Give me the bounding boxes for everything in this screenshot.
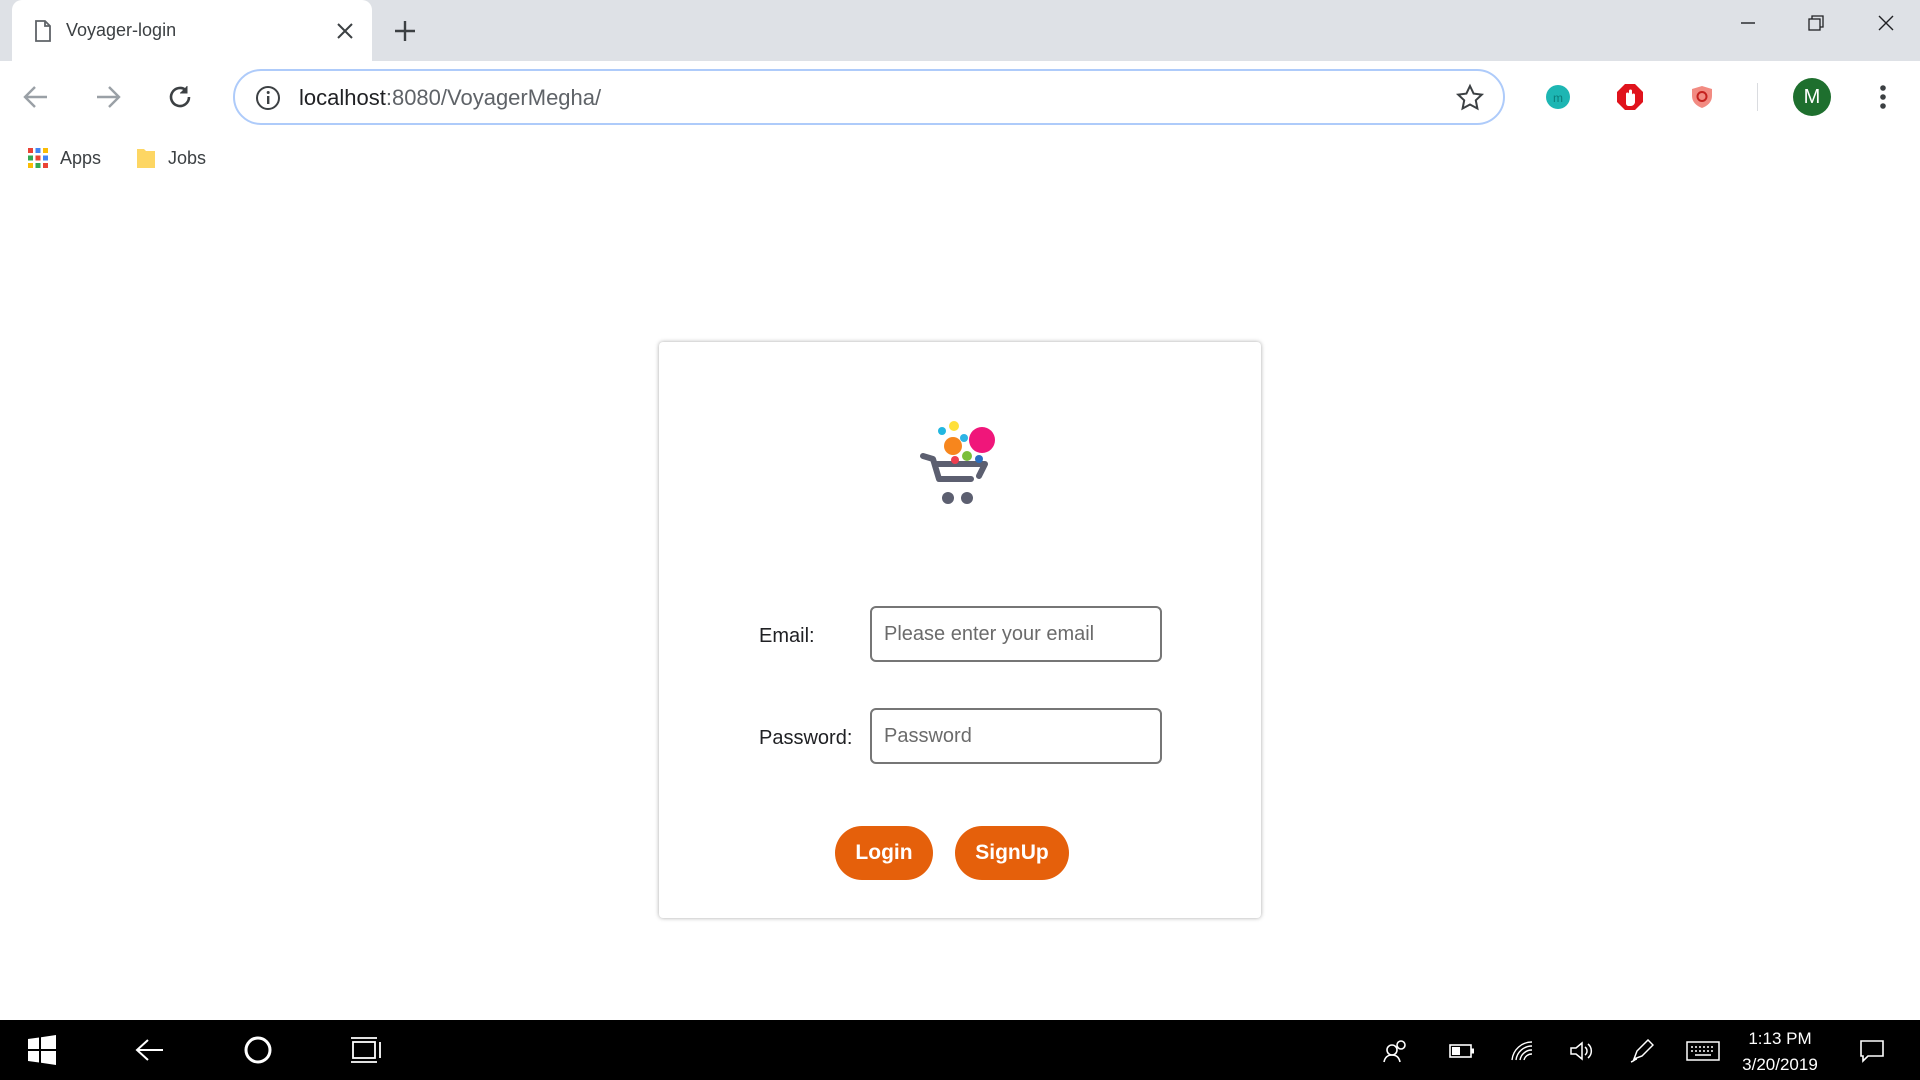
email-input[interactable]: [870, 606, 1162, 662]
toolbar-divider: [1757, 83, 1758, 111]
address-bar[interactable]: localhost:8080/VoyagerMegha/: [233, 69, 1505, 125]
browser-tab[interactable]: Voyager-login: [12, 0, 372, 61]
bookmark-star-icon[interactable]: [1455, 83, 1485, 113]
cortana-circle-icon[interactable]: [242, 1034, 274, 1066]
shopping-cart-logo: [920, 421, 995, 504]
windows-start-icon[interactable]: [26, 1034, 58, 1066]
shield-extension-icon[interactable]: [1688, 83, 1716, 111]
apps-grid-icon: [28, 148, 48, 168]
password-label: Password:: [759, 727, 853, 749]
forward-arrow-icon[interactable]: [90, 79, 126, 115]
reload-icon[interactable]: [162, 79, 198, 115]
action-center-icon[interactable]: [1858, 1038, 1886, 1064]
back-arrow-icon[interactable]: [18, 79, 54, 115]
bookmark-jobs-label: Jobs: [168, 147, 207, 168]
taskbar-clock[interactable]: 1:13 PM 3/20/2019: [1730, 1026, 1830, 1078]
signup-button[interactable]: SignUp: [955, 826, 1069, 880]
email-label: Email:: [759, 625, 815, 647]
bookmark-jobs[interactable]: Jobs: [136, 145, 206, 171]
battery-icon[interactable]: [1448, 1038, 1476, 1064]
people-icon[interactable]: [1382, 1038, 1410, 1064]
svg-text:m: m: [1553, 91, 1563, 105]
clock-date: 3/20/2019: [1742, 1055, 1818, 1074]
adblock-extension-icon[interactable]: [1616, 83, 1644, 111]
clock-time: 1:13 PM: [1748, 1029, 1812, 1048]
close-tab-icon[interactable]: [330, 16, 360, 46]
new-tab-icon[interactable]: [388, 14, 422, 48]
wifi-icon[interactable]: [1508, 1038, 1536, 1064]
task-view-icon[interactable]: [350, 1034, 382, 1066]
bookmark-apps[interactable]: Apps: [28, 145, 101, 171]
windows-taskbar: 1:13 PM 3/20/2019: [0, 1020, 1920, 1080]
bookmark-apps-label: Apps: [60, 147, 102, 168]
keyboard-icon[interactable]: [1686, 1038, 1720, 1064]
back-arrow-icon[interactable]: [134, 1034, 166, 1066]
url-text[interactable]: localhost:8080/VoyagerMegha/: [299, 85, 601, 111]
more-menu-icon[interactable]: [1868, 79, 1898, 115]
tab-strip: Voyager-login: [0, 0, 1920, 61]
bookmarks-bar: Apps Jobs: [0, 133, 1920, 183]
folder-icon: [137, 149, 155, 168]
restore-icon[interactable]: [1786, 6, 1846, 40]
minimize-icon[interactable]: [1718, 6, 1778, 40]
close-window-icon[interactable]: [1856, 6, 1916, 40]
info-icon[interactable]: [255, 85, 281, 111]
pen-icon[interactable]: [1628, 1038, 1656, 1064]
tab-title: Voyager-login: [66, 20, 177, 40]
browser-toolbar: localhost:8080/VoyagerMegha/ m M: [0, 61, 1920, 133]
extension-m-icon[interactable]: m: [1544, 83, 1572, 111]
volume-icon[interactable]: [1568, 1038, 1596, 1064]
page-icon: [35, 20, 51, 42]
login-button[interactable]: Login: [835, 826, 933, 880]
profile-avatar[interactable]: M: [1793, 78, 1831, 116]
password-input[interactable]: [870, 708, 1162, 764]
login-card: Email: Password: Login SignUp: [659, 342, 1261, 918]
